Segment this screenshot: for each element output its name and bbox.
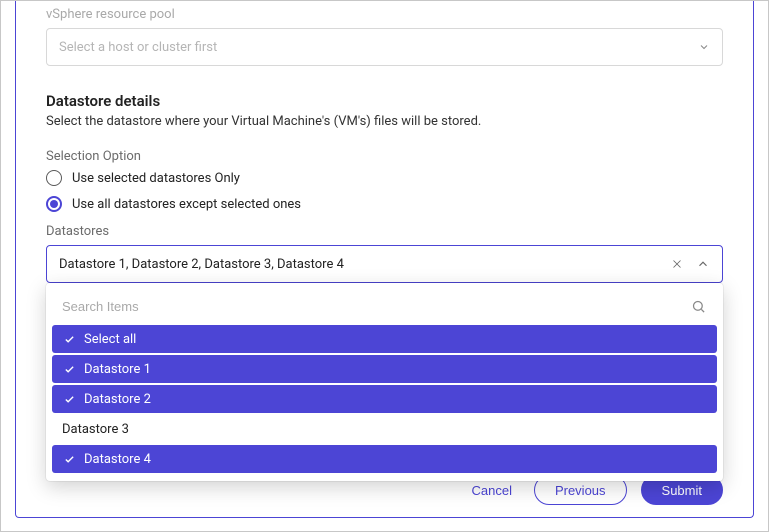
radio-checked-icon [46,196,62,212]
datastores-label: Datastores [46,224,723,239]
search-icon[interactable] [689,297,707,315]
option-label: Datastore 1 [84,362,151,377]
option-label: Datastore 2 [84,392,151,407]
cancel-button[interactable]: Cancel [471,483,511,498]
radio-icon [46,170,62,186]
resource-pool-label: vSphere resource pool [46,7,723,22]
option-select-all[interactable]: Select all [52,325,717,353]
radio-label: Use selected datastores Only [72,171,240,186]
option-datastore-3[interactable]: Datastore 3 [52,415,717,443]
form-panel: vSphere resource pool Select a host or c… [15,1,754,518]
radio-use-selected-only[interactable]: Use selected datastores Only [46,170,723,186]
datastore-details-title: Datastore details [46,92,723,110]
check-icon [62,334,76,345]
selection-option-group: Use selected datastores Only Use all dat… [46,170,723,212]
datastores-dropdown: Select all Datastore 1 Datastore 2 Datas… [46,283,723,481]
datastores-multiselect[interactable]: Datastore 1, Datastore 2, Datastore 3, D… [46,245,723,283]
dropdown-search-row [52,289,717,323]
option-label: Datastore 3 [62,422,129,437]
check-icon [62,454,76,465]
option-label: Datastore 4 [84,452,151,467]
clear-icon[interactable] [668,255,686,273]
option-datastore-4[interactable]: Datastore 4 [52,445,717,473]
resource-pool-select[interactable]: Select a host or cluster first [46,28,723,66]
resource-pool-placeholder: Select a host or cluster first [59,40,217,55]
selection-option-label: Selection Option [46,149,723,164]
option-datastore-2[interactable]: Datastore 2 [52,385,717,413]
chevron-down-icon [698,41,710,53]
chevron-up-icon[interactable] [694,255,712,273]
radio-label: Use all datastores except selected ones [72,197,301,212]
option-label: Select all [84,332,136,347]
datastore-details-desc: Select the datastore where your Virtual … [46,114,723,129]
check-icon [62,394,76,405]
check-icon [62,364,76,375]
option-datastore-1[interactable]: Datastore 1 [52,355,717,383]
dropdown-search-input[interactable] [62,299,689,314]
radio-use-all-except[interactable]: Use all datastores except selected ones [46,196,723,212]
datastores-value: Datastore 1, Datastore 2, Datastore 3, D… [59,257,344,272]
